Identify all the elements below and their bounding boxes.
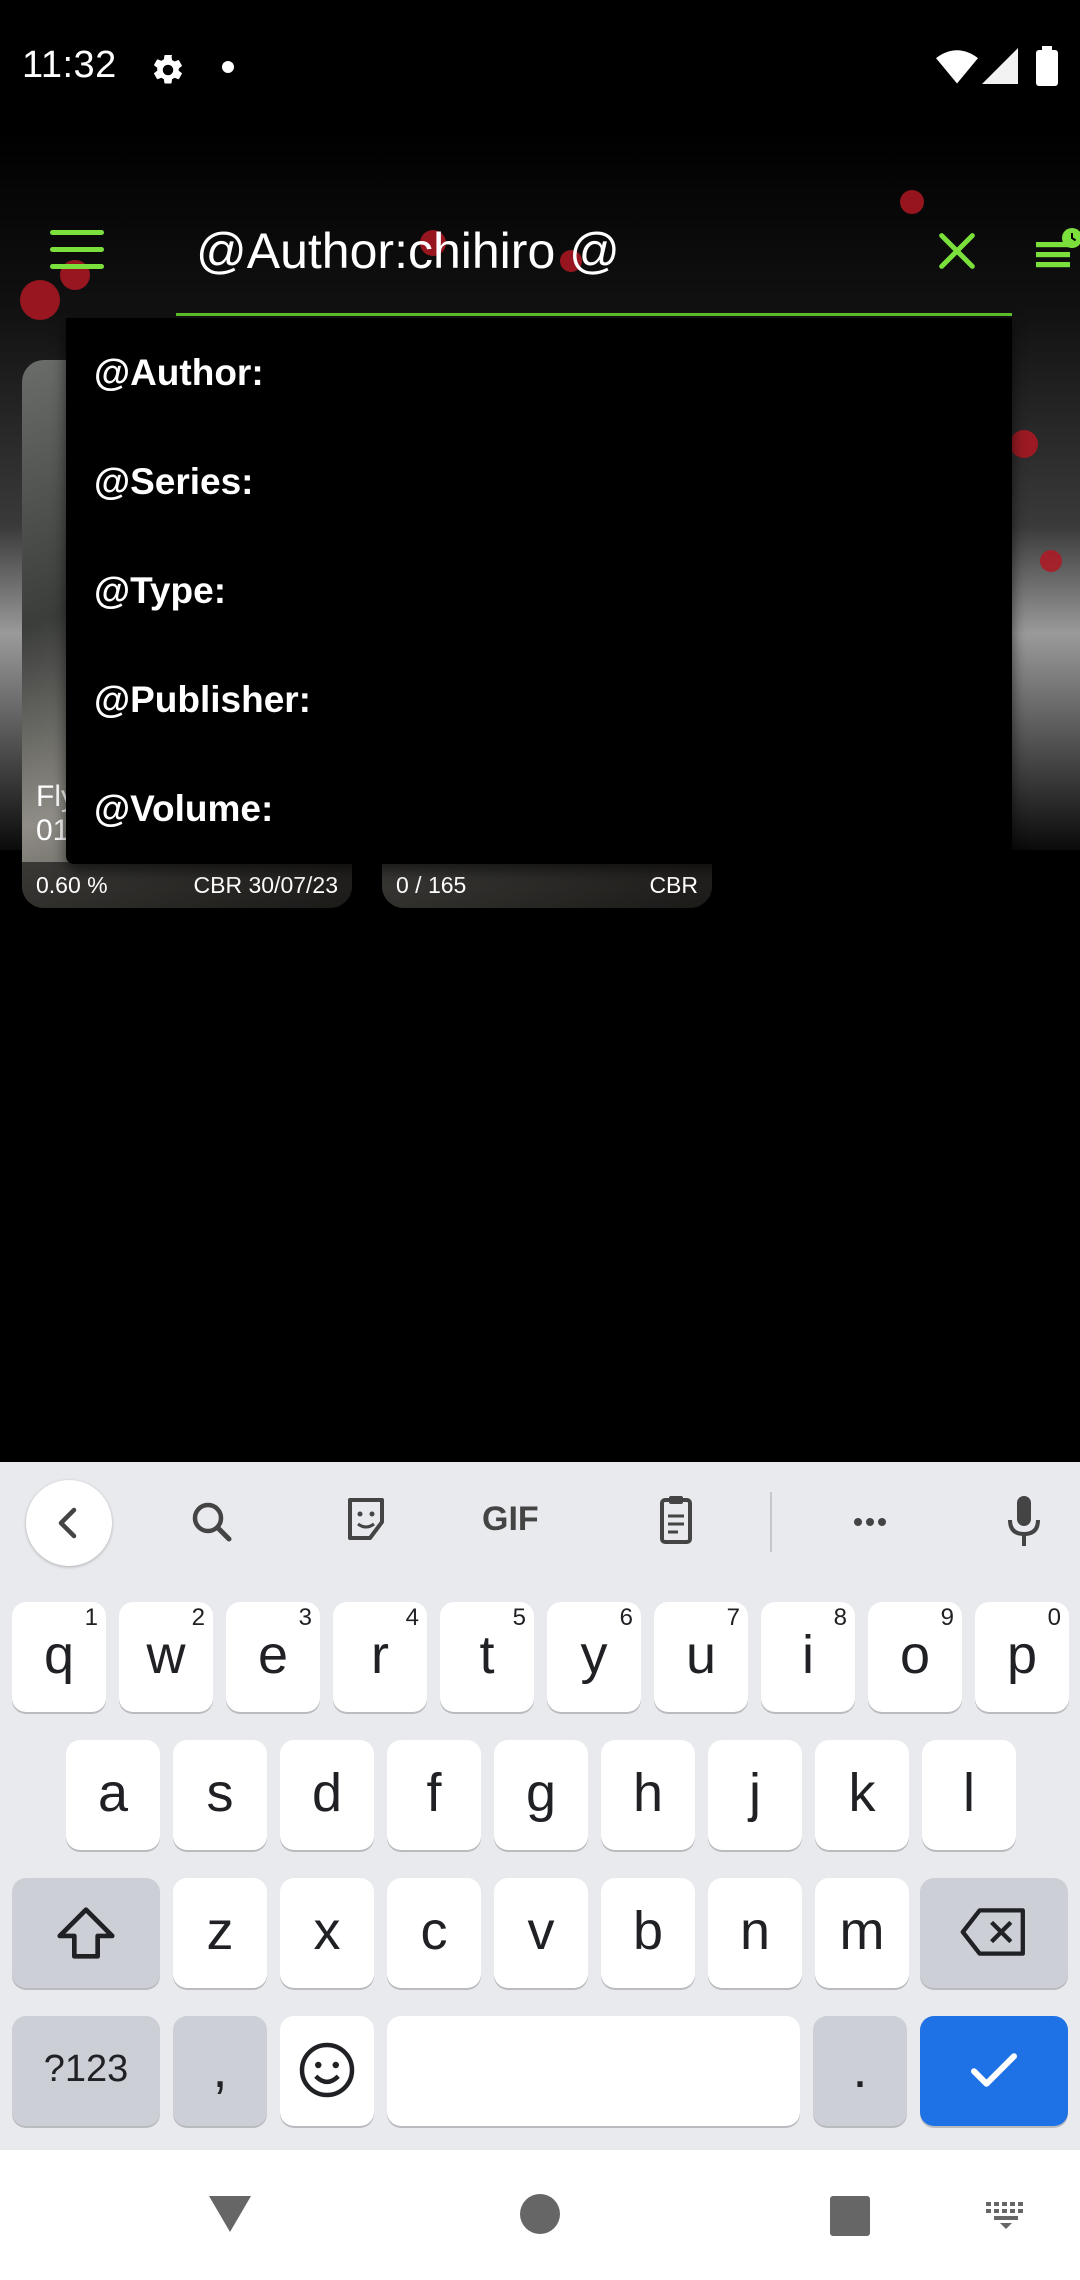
key-r[interactable]: r4 <box>333 1602 427 1712</box>
search-icon[interactable] <box>172 1492 252 1552</box>
key-d[interactable]: d <box>280 1740 374 1850</box>
key-l[interactable]: l <box>922 1740 1016 1850</box>
card-progress: 0 / 165 <box>396 872 467 898</box>
more-icon[interactable] <box>830 1492 910 1552</box>
clear-search-icon[interactable] <box>934 228 980 274</box>
card-info: CBR <box>649 872 698 898</box>
key-a[interactable]: a <box>66 1740 160 1850</box>
key-p[interactable]: p0 <box>975 1602 1069 1712</box>
suggestion-volume[interactable]: @Volume: <box>94 754 994 863</box>
key-c[interactable]: c <box>387 1878 481 1988</box>
keyboard-collapse-button[interactable] <box>26 1480 112 1566</box>
backspace-icon <box>960 1908 1025 1956</box>
backspace-key[interactable] <box>920 1878 1068 1988</box>
key-z[interactable]: z <box>173 1878 267 1988</box>
home-circle-icon[interactable] <box>518 2192 562 2236</box>
suggestion-author[interactable]: @Author: <box>94 318 994 427</box>
suggestion-type[interactable]: @Type: <box>94 536 994 645</box>
key-t[interactable]: t5 <box>440 1602 534 1712</box>
space-key[interactable] <box>387 2016 800 2126</box>
recents-square-icon[interactable] <box>828 2194 872 2238</box>
key-i[interactable]: i8 <box>761 1602 855 1712</box>
toolbar-separator <box>770 1492 772 1552</box>
status-bar: 11:32 <box>0 0 1080 130</box>
card-info: CBR 30/07/23 <box>193 872 338 898</box>
key-u[interactable]: u7 <box>654 1602 748 1712</box>
card-progress: 0.60 % <box>36 872 108 898</box>
microphone-icon[interactable] <box>984 1492 1064 1552</box>
comma-key[interactable]: , <box>173 2016 267 2126</box>
settings-gear-icon <box>154 54 182 84</box>
key-o[interactable]: o9 <box>868 1602 962 1712</box>
search-underline <box>176 313 1012 316</box>
battery-icon <box>1036 46 1058 86</box>
back-triangle-icon[interactable] <box>205 2192 255 2236</box>
chevron-left-icon <box>58 1507 77 1539</box>
key-y[interactable]: y6 <box>547 1602 641 1712</box>
autocomplete-dropdown: @Author: @Series: @Type: @Publisher: @Vo… <box>66 318 1012 864</box>
key-h[interactable]: h <box>601 1740 695 1850</box>
key-k[interactable]: k <box>815 1740 909 1850</box>
key-x[interactable]: x <box>280 1878 374 1988</box>
period-key[interactable]: . <box>813 2016 907 2126</box>
checkmark-icon <box>971 2053 1017 2087</box>
sticker-icon[interactable] <box>326 1492 406 1552</box>
key-g[interactable]: g <box>494 1740 588 1850</box>
emoji-key[interactable] <box>280 2016 374 2126</box>
suggestion-series[interactable]: @Series: <box>94 427 994 536</box>
signal-icon <box>982 48 1018 84</box>
search-input[interactable]: @Author:chihiro @ <box>196 222 620 280</box>
shift-arrow-icon <box>57 1907 115 1959</box>
emoji-icon <box>299 2042 355 2098</box>
shift-key[interactable] <box>12 1878 160 1988</box>
key-m[interactable]: m <box>815 1878 909 1988</box>
key-v[interactable]: v <box>494 1878 588 1988</box>
key-s[interactable]: s <box>173 1740 267 1850</box>
key-j[interactable]: j <box>708 1740 802 1850</box>
gif-button[interactable]: GIF <box>482 1500 539 1539</box>
key-q[interactable]: q1 <box>12 1602 106 1712</box>
key-n[interactable]: n <box>708 1878 802 1988</box>
suggestion-publisher[interactable]: @Publisher: <box>94 645 994 754</box>
key-w[interactable]: w2 <box>119 1602 213 1712</box>
soft-keyboard: GIF q1 w2 e3 r4 t5 y6 u7 i8 o9 p0 a s d … <box>0 1462 1080 2150</box>
wifi-icon <box>936 50 978 84</box>
hamburger-menu-icon[interactable] <box>50 230 104 270</box>
key-b[interactable]: b <box>601 1878 695 1988</box>
key-e[interactable]: e3 <box>226 1602 320 1712</box>
system-navigation-bar <box>0 2150 1080 2280</box>
status-time: 11:32 <box>22 44 117 86</box>
enter-key[interactable] <box>920 2016 1068 2126</box>
notification-dot-icon <box>222 61 234 73</box>
clipboard-icon[interactable] <box>636 1492 716 1552</box>
sort-filter-icon[interactable] <box>1030 226 1080 276</box>
symbols-key[interactable]: ?123 <box>12 2016 160 2126</box>
key-f[interactable]: f <box>387 1740 481 1850</box>
keyboard-switch-icon[interactable] <box>984 2200 1028 2230</box>
